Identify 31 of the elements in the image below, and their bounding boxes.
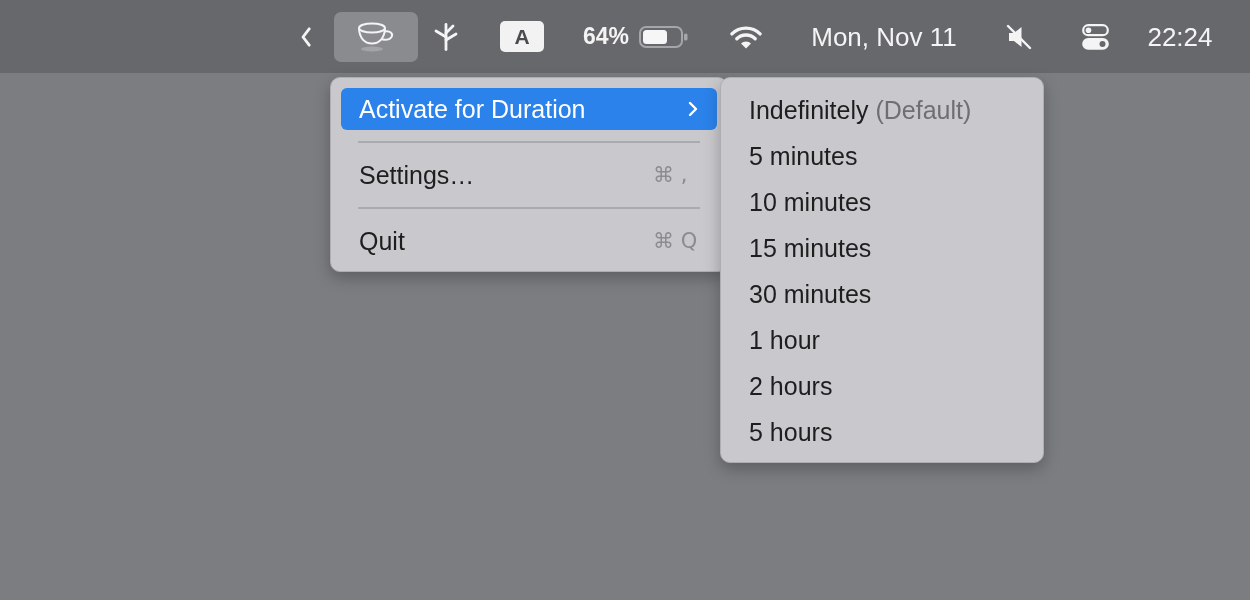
submenu-item[interactable]: 15 minutes — [730, 225, 1034, 271]
date-button[interactable]: Mon, Nov 11 — [811, 23, 957, 50]
menu-item[interactable]: Activate for Duration — [341, 88, 717, 130]
clock-button[interactable]: 22:24 — [1147, 23, 1213, 50]
wifi-icon — [729, 24, 763, 49]
control-center-button[interactable] — [1081, 23, 1109, 50]
muted-speaker-icon — [1006, 23, 1032, 50]
cup-icon — [357, 21, 395, 52]
app-menu-button[interactable] — [334, 11, 418, 62]
chevron-left-icon — [301, 26, 311, 47]
chevron-right-icon — [688, 101, 698, 117]
overflow-chevron-button[interactable] — [301, 26, 311, 47]
battery-button[interactable]: 64% — [582, 25, 689, 48]
menu-item[interactable]: Quit ⌘ Q — [341, 220, 717, 262]
volume-button[interactable] — [1006, 23, 1032, 50]
shortcut-label: ⌘ Q — [653, 230, 698, 252]
submenu-item[interactable]: 1 hour — [730, 317, 1034, 363]
wifi-button[interactable] — [729, 24, 763, 49]
submenu-item[interactable]: 2 hours — [730, 363, 1034, 409]
toggle-switches-icon — [1081, 23, 1109, 50]
shortcut-label: ⌘ , — [653, 164, 688, 186]
branch-icon — [434, 22, 458, 51]
submenu-item[interactable]: 5 minutes — [730, 133, 1034, 179]
submenu-item[interactable]: Indefinitely (Default) — [730, 87, 1034, 133]
menu-item[interactable]: Settings… ⌘ , — [341, 154, 717, 196]
submenu-item[interactable]: 30 minutes — [730, 271, 1034, 317]
submenu-item[interactable]: 5 hours — [730, 409, 1034, 455]
submenu-item[interactable]: 10 minutes — [730, 179, 1034, 225]
branch-menu-button[interactable] — [434, 22, 458, 51]
input-source-button[interactable]: A — [500, 21, 544, 52]
battery-icon — [639, 25, 689, 48]
